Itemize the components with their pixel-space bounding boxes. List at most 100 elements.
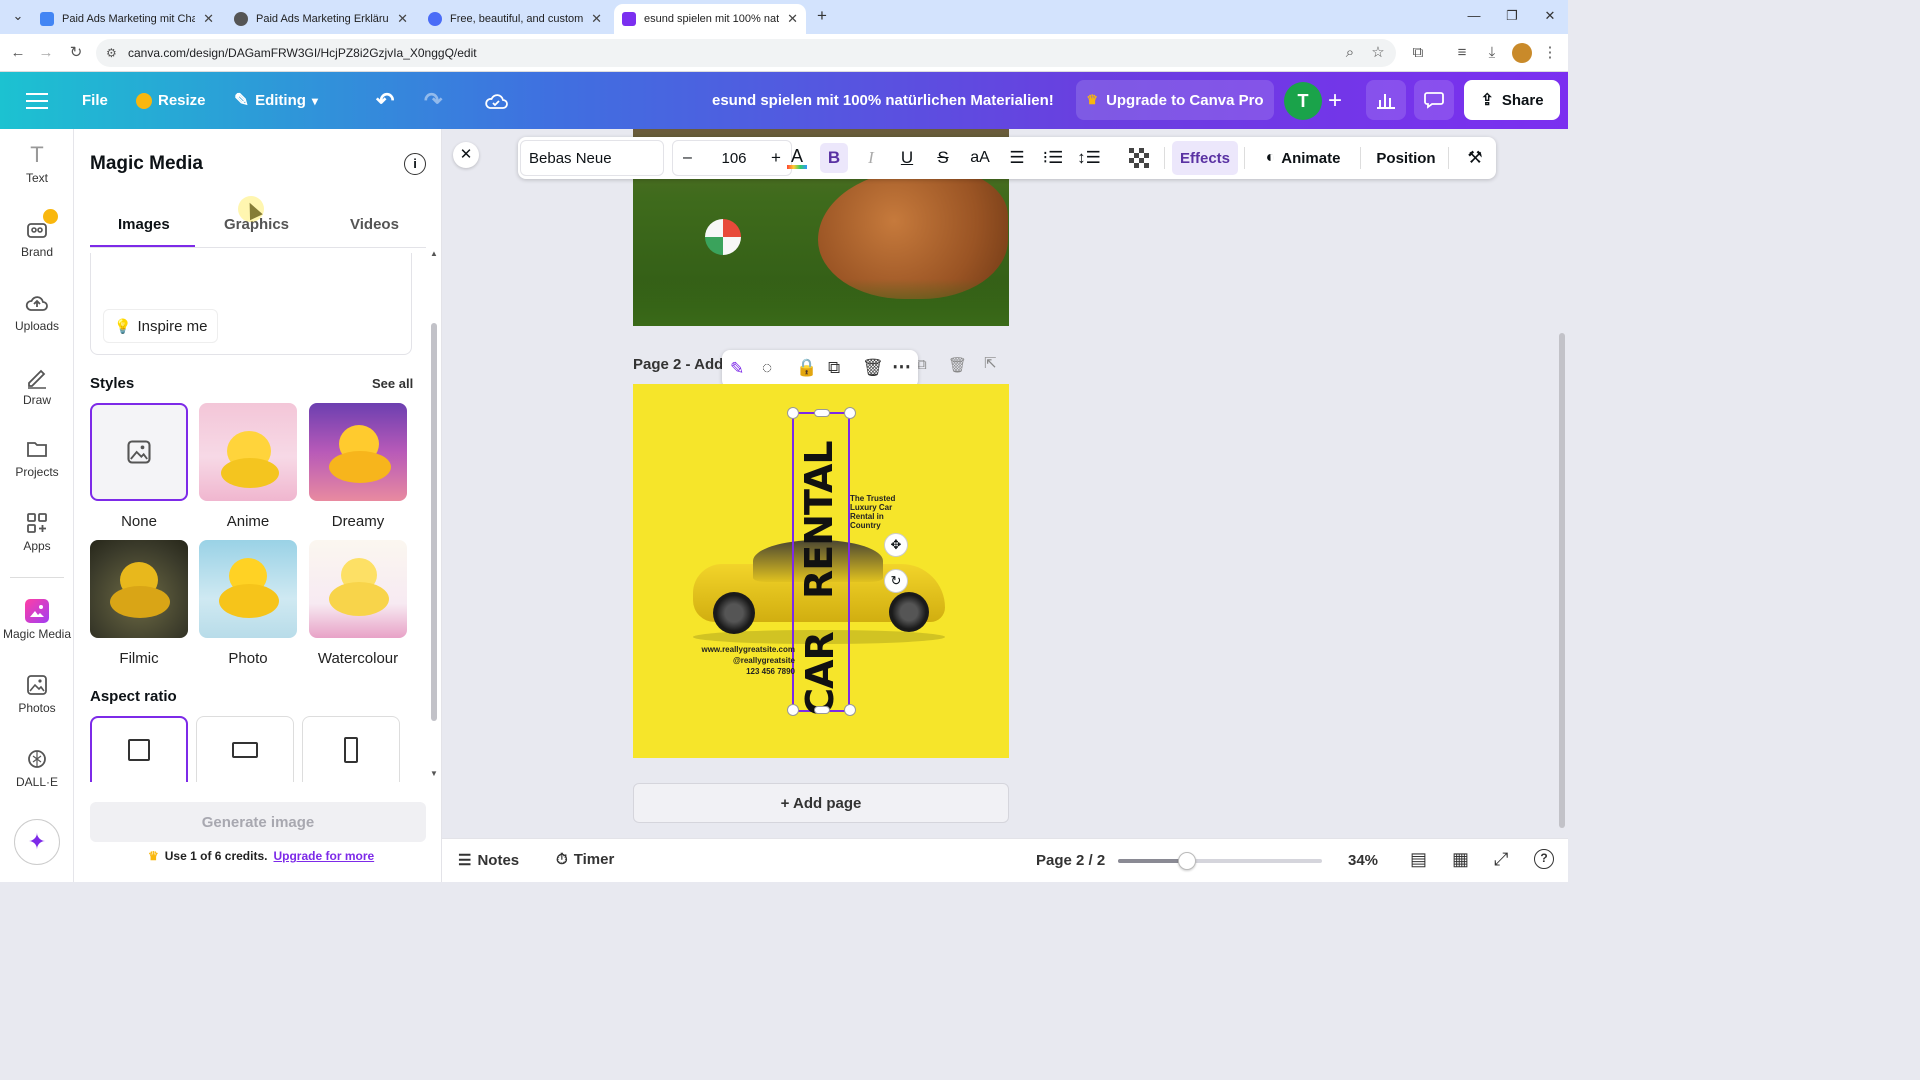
zoom-icon[interactable]: ⌕ xyxy=(1340,43,1360,63)
style-card-watercolour[interactable] xyxy=(309,540,407,638)
scroll-down-icon[interactable]: ▼ xyxy=(430,769,438,778)
page-counter[interactable]: Page 2 / 2 xyxy=(1036,852,1105,869)
scroll-up-icon[interactable]: ▲ xyxy=(430,249,438,258)
upgrade-link[interactable]: Upgrade for more xyxy=(273,849,374,863)
more-options-icon[interactable]: ⋯ xyxy=(892,356,911,379)
strikethrough-icon[interactable]: S xyxy=(930,137,956,179)
zoom-slider-track[interactable] xyxy=(1118,852,1322,870)
zoom-level[interactable]: 34% xyxy=(1348,852,1378,869)
extensions-icon[interactable]: ⧉ xyxy=(1408,43,1428,63)
profile-avatar[interactable] xyxy=(1512,43,1532,63)
download-icon[interactable]: ⤓ xyxy=(1482,43,1502,63)
notes-button[interactable]: ☰ Notes xyxy=(458,851,519,870)
tagline-text[interactable]: The Trusted Luxury Car Rental in Country xyxy=(850,494,906,530)
delete-element-icon[interactable]: 🗑 xyxy=(862,358,884,378)
share-button[interactable]: ⇪ Share xyxy=(1464,80,1560,120)
share-page-icon[interactable]: ⇱ xyxy=(984,354,1002,372)
see-all-link[interactable]: See all xyxy=(372,376,413,391)
transparency-icon[interactable] xyxy=(1126,137,1152,179)
rail-item-photos[interactable]: Photos xyxy=(0,673,74,715)
resize-handle-top[interactable] xyxy=(814,409,830,417)
rental-text[interactable]: RENTAL xyxy=(797,441,841,599)
rotate-handle-icon[interactable]: ↻ xyxy=(884,569,908,593)
prompt-textarea[interactable]: 💡 Inspire me xyxy=(90,253,412,355)
insights-chart-icon[interactable] xyxy=(1366,80,1406,120)
style-card-anime[interactable] xyxy=(199,403,297,501)
inspire-me-button[interactable]: 💡 Inspire me xyxy=(103,309,219,343)
rail-item-draw[interactable]: Draw xyxy=(0,365,74,407)
duplicate-page-icon[interactable]: ⧉ xyxy=(916,356,934,374)
browser-tab[interactable]: Free, beautiful, and customizable ✕ xyxy=(420,4,610,34)
url-field[interactable]: ⚙ canva.com/design/DAGamFRW3GI/HcjPZ8i2G… xyxy=(96,39,1396,67)
document-title[interactable]: esund spielen mit 100% natürlichen Mater… xyxy=(712,72,1054,129)
reload-icon[interactable]: ↻ xyxy=(66,43,86,63)
style-card-photo[interactable] xyxy=(199,540,297,638)
close-panel-icon[interactable]: ✕ xyxy=(453,142,479,168)
font-family-select[interactable]: Bebas Neue xyxy=(520,140,664,176)
page-2-design[interactable]: RENTAL CAR The Trusted Luxury Car Rental… xyxy=(633,384,1009,758)
new-tab-button[interactable]: + xyxy=(812,6,832,26)
comment-icon[interactable] xyxy=(1414,80,1454,120)
add-collaborator-icon[interactable]: + xyxy=(1328,72,1342,129)
delete-page-icon[interactable]: 🗑 xyxy=(948,356,967,374)
comment-add-icon[interactable]: ◌ xyxy=(762,358,772,378)
resize-button[interactable]: Resize xyxy=(136,72,206,129)
cloud-save-icon[interactable] xyxy=(484,72,508,129)
style-card-dreamy[interactable] xyxy=(309,403,407,501)
rail-item-uploads[interactable]: Uploads xyxy=(0,291,74,333)
rail-item-apps[interactable]: Apps xyxy=(0,511,74,553)
browser-menu-icon[interactable]: ⋮ xyxy=(1540,43,1560,63)
close-tab-icon[interactable]: ✕ xyxy=(203,11,214,27)
close-tab-icon[interactable]: ✕ xyxy=(397,11,408,27)
canvas-scrollbar-thumb[interactable] xyxy=(1559,333,1565,828)
text-color-button[interactable]: A xyxy=(784,137,810,179)
close-tab-icon[interactable]: ✕ xyxy=(591,11,602,27)
rail-item-brand[interactable]: Brand xyxy=(0,209,74,259)
upgrade-pro-button[interactable]: ♛ Upgrade to Canva Pro xyxy=(1076,80,1274,120)
resize-handle-bottom-left[interactable] xyxy=(787,704,799,716)
paint-roller-icon[interactable]: ⚒ xyxy=(1462,137,1488,179)
align-center-icon[interactable]: ☰ xyxy=(1004,137,1030,179)
letter-case-icon[interactable]: aA xyxy=(966,137,994,179)
selected-text-frame[interactable]: RENTAL CAR xyxy=(787,407,856,716)
media-icon[interactable]: ≡ xyxy=(1452,43,1472,63)
move-handle-icon[interactable]: ✥ xyxy=(884,533,908,557)
redo-icon[interactable]: ↷ xyxy=(424,72,442,129)
help-icon[interactable]: ? xyxy=(1534,849,1554,869)
tab-videos[interactable]: Videos xyxy=(350,216,399,233)
animate-button[interactable]: ◐ Animate xyxy=(1258,137,1348,179)
aspect-landscape-option[interactable] xyxy=(196,716,294,782)
rail-item-projects[interactable]: Projects xyxy=(0,437,74,479)
font-size-input[interactable]: 106 xyxy=(719,150,749,167)
resize-handle-top-left[interactable] xyxy=(787,407,799,419)
timer-button[interactable]: ⏱ Timer xyxy=(556,851,614,868)
browser-tab[interactable]: Paid Ads Marketing mit ChatGPT ✕ xyxy=(32,4,222,34)
aspect-portrait-option[interactable] xyxy=(302,716,400,782)
effects-button[interactable]: Effects xyxy=(1172,141,1238,175)
generate-image-button[interactable]: Generate image xyxy=(90,802,426,842)
grid-view-icon[interactable]: ▦ xyxy=(1452,849,1469,870)
zoom-slider-thumb[interactable] xyxy=(1178,852,1197,870)
rail-item-text[interactable]: T Text xyxy=(0,143,74,186)
info-icon[interactable]: i xyxy=(404,153,426,175)
restore-icon[interactable]: ❐ xyxy=(1502,6,1522,26)
style-card-filmic[interactable] xyxy=(90,540,188,638)
add-page-button[interactable]: + Add page xyxy=(633,783,1009,823)
aspect-square-option[interactable] xyxy=(90,716,188,782)
user-avatar[interactable]: T xyxy=(1284,82,1322,120)
site-info-icon[interactable]: ⚙ xyxy=(106,39,117,67)
lock-icon[interactable]: 🔒 xyxy=(796,358,817,378)
magic-assistant-button[interactable]: ✦ xyxy=(14,819,60,865)
page-view-icon[interactable]: ▤ xyxy=(1410,849,1427,870)
undo-icon[interactable]: ↶ xyxy=(376,72,394,129)
decrease-font-size-button[interactable]: – xyxy=(683,149,692,167)
increase-font-size-button[interactable]: + xyxy=(771,148,781,168)
panel-scrollbar[interactable]: ▲ ▼ xyxy=(429,249,439,779)
resize-handle-bottom-right[interactable] xyxy=(844,704,856,716)
magic-write-icon[interactable]: ✎ xyxy=(730,359,744,379)
file-menu[interactable]: File xyxy=(82,72,108,129)
forward-icon[interactable]: → xyxy=(36,43,56,63)
duplicate-element-icon[interactable]: ⧉ xyxy=(828,358,840,378)
tab-images[interactable]: Images xyxy=(118,216,170,233)
close-tab-icon[interactable]: ✕ xyxy=(787,11,798,27)
